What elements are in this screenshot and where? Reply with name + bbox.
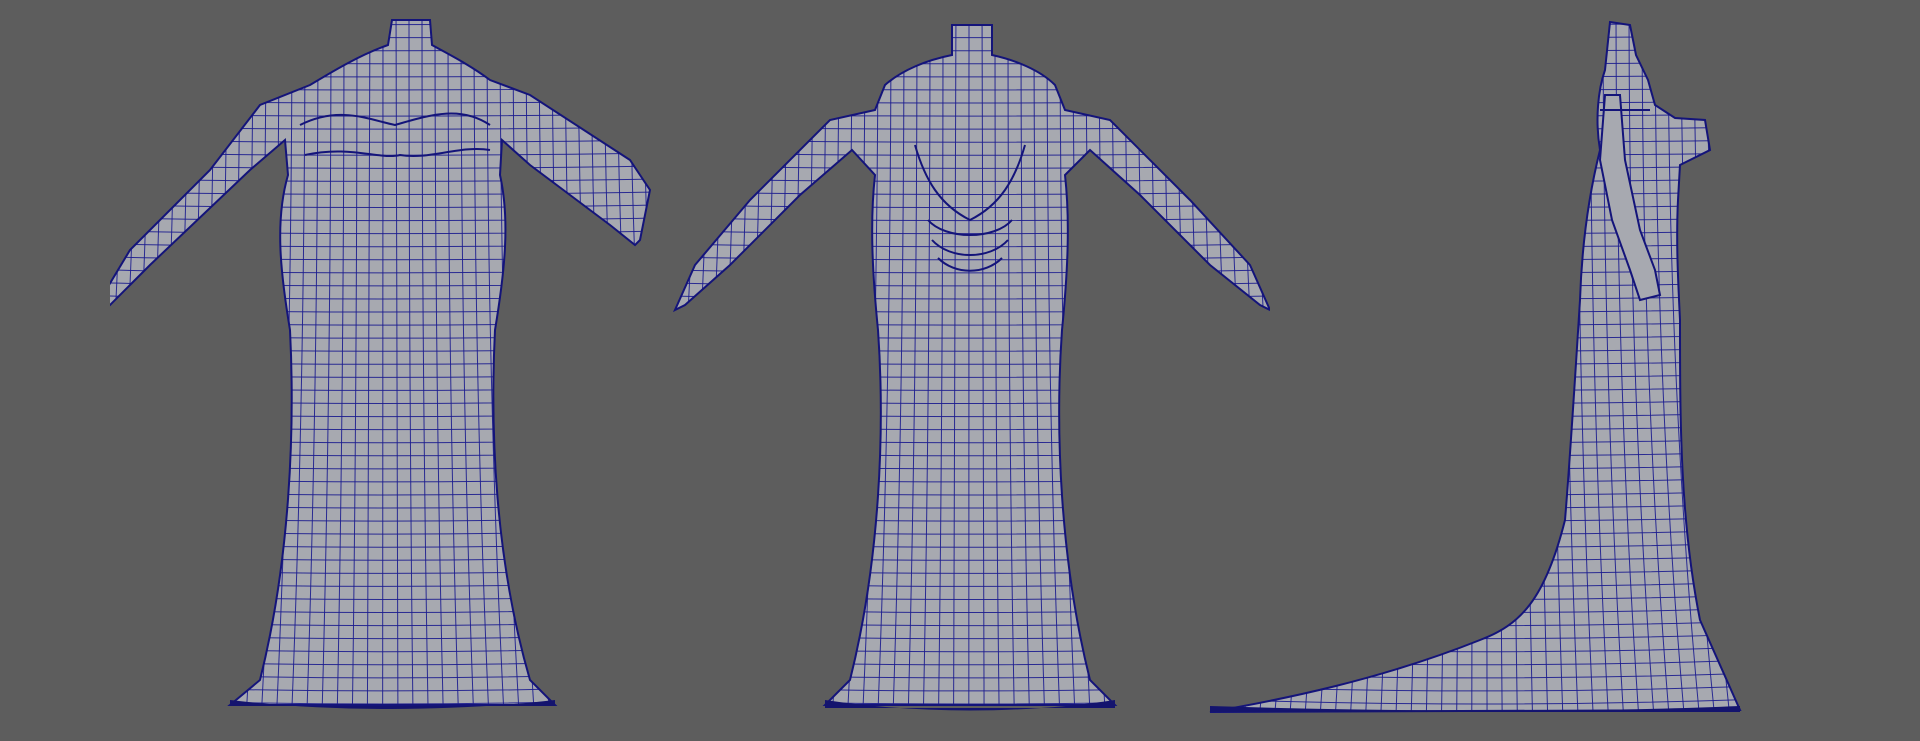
wire-row <box>670 725 1270 730</box>
wire-column <box>1302 22 1331 712</box>
wire-column <box>675 25 710 705</box>
wire-row <box>670 10 1270 12</box>
wire-column <box>110 20 137 705</box>
wire-column <box>228 20 254 705</box>
wire-column <box>213 20 241 705</box>
wire-column <box>110 20 150 705</box>
wire-column <box>198 20 228 705</box>
wire-column <box>1098 25 1123 705</box>
wire-column <box>1732 22 1740 712</box>
wire-column <box>830 25 853 705</box>
wire-column <box>1425 22 1435 712</box>
wire-column <box>110 20 124 705</box>
wire-row <box>1210 711 1740 712</box>
wire-column <box>784 25 814 705</box>
wire-column <box>182 20 215 705</box>
wire-column <box>1471 22 1474 712</box>
wire-row <box>110 712 660 717</box>
wire-column <box>1287 22 1318 712</box>
wire-row <box>110 725 660 730</box>
wire-row <box>110 22 650 26</box>
wire-column <box>1271 22 1305 712</box>
gown-side-view[interactable] <box>1200 0 1760 741</box>
wire-column <box>577 20 614 705</box>
wire-column <box>1163 25 1200 705</box>
wire-row <box>1210 100 1740 104</box>
wire-column <box>1124 25 1154 705</box>
wire-column <box>675 25 697 705</box>
wire-column <box>1150 25 1185 705</box>
wire-column <box>590 20 629 705</box>
wire-column <box>656 0 660 741</box>
front-mesh-surface <box>110 20 650 705</box>
wire-column <box>753 25 788 705</box>
wire-column <box>1440 22 1448 712</box>
wire-column <box>814 25 840 705</box>
wire-column <box>1210 22 1214 712</box>
wire-column <box>1348 22 1370 712</box>
back-mesh-surface <box>675 25 1270 705</box>
wire-column <box>1111 25 1139 705</box>
wire-row <box>1210 74 1740 78</box>
wire-row <box>1210 22 1740 26</box>
maya-viewport[interactable] <box>0 0 1920 741</box>
wire-row <box>1210 35 1740 39</box>
wire-column <box>1317 22 1344 712</box>
wire-column <box>738 25 775 705</box>
wire-column <box>1409 22 1422 712</box>
wire-column <box>167 20 202 705</box>
wire-column <box>1379 22 1396 712</box>
wire-column <box>1210 22 1227 712</box>
wire-column <box>616 20 650 705</box>
wire-column <box>1085 25 1108 705</box>
wire-row <box>110 35 650 39</box>
wire-column <box>1210 22 1253 712</box>
wire-column <box>1363 22 1383 712</box>
wire-column <box>1333 22 1357 712</box>
wire-column <box>768 25 801 705</box>
wire-column <box>707 25 749 705</box>
wire-column <box>1455 22 1461 712</box>
wire-row <box>1210 48 1740 52</box>
wire-row <box>1210 113 1740 117</box>
wire-column <box>1485 22 1488 712</box>
wire-row <box>1210 61 1740 65</box>
wire-column <box>675 25 684 705</box>
wire-column <box>136 20 176 705</box>
gown-front-view[interactable] <box>110 0 660 741</box>
wire-column <box>1225 22 1266 712</box>
wire-column <box>1137 25 1169 705</box>
wire-row <box>1200 725 1760 730</box>
wire-column <box>1256 22 1292 712</box>
wire-column <box>1706 22 1740 712</box>
wire-row <box>1210 87 1740 91</box>
wire-column <box>1759 0 1760 741</box>
wire-column <box>629 20 650 705</box>
wire-column <box>121 20 163 705</box>
wire-column <box>1719 22 1740 712</box>
gown-back-view[interactable] <box>670 0 1270 741</box>
wire-row <box>1200 10 1760 12</box>
wire-row <box>110 10 660 12</box>
wire-row <box>670 712 1270 717</box>
side-mesh-surface <box>1210 22 1740 712</box>
wire-column <box>152 20 189 705</box>
wire-column <box>1241 22 1279 712</box>
wire-column <box>1210 22 1240 712</box>
wire-column <box>603 20 644 705</box>
wire-column <box>642 20 650 705</box>
wire-column <box>1746 0 1760 741</box>
wire-column <box>564 20 598 705</box>
wire-column <box>692 25 736 705</box>
wire-column <box>722 25 762 705</box>
wire-column <box>799 25 827 705</box>
wire-column <box>676 25 723 705</box>
wire-column <box>1394 22 1409 712</box>
